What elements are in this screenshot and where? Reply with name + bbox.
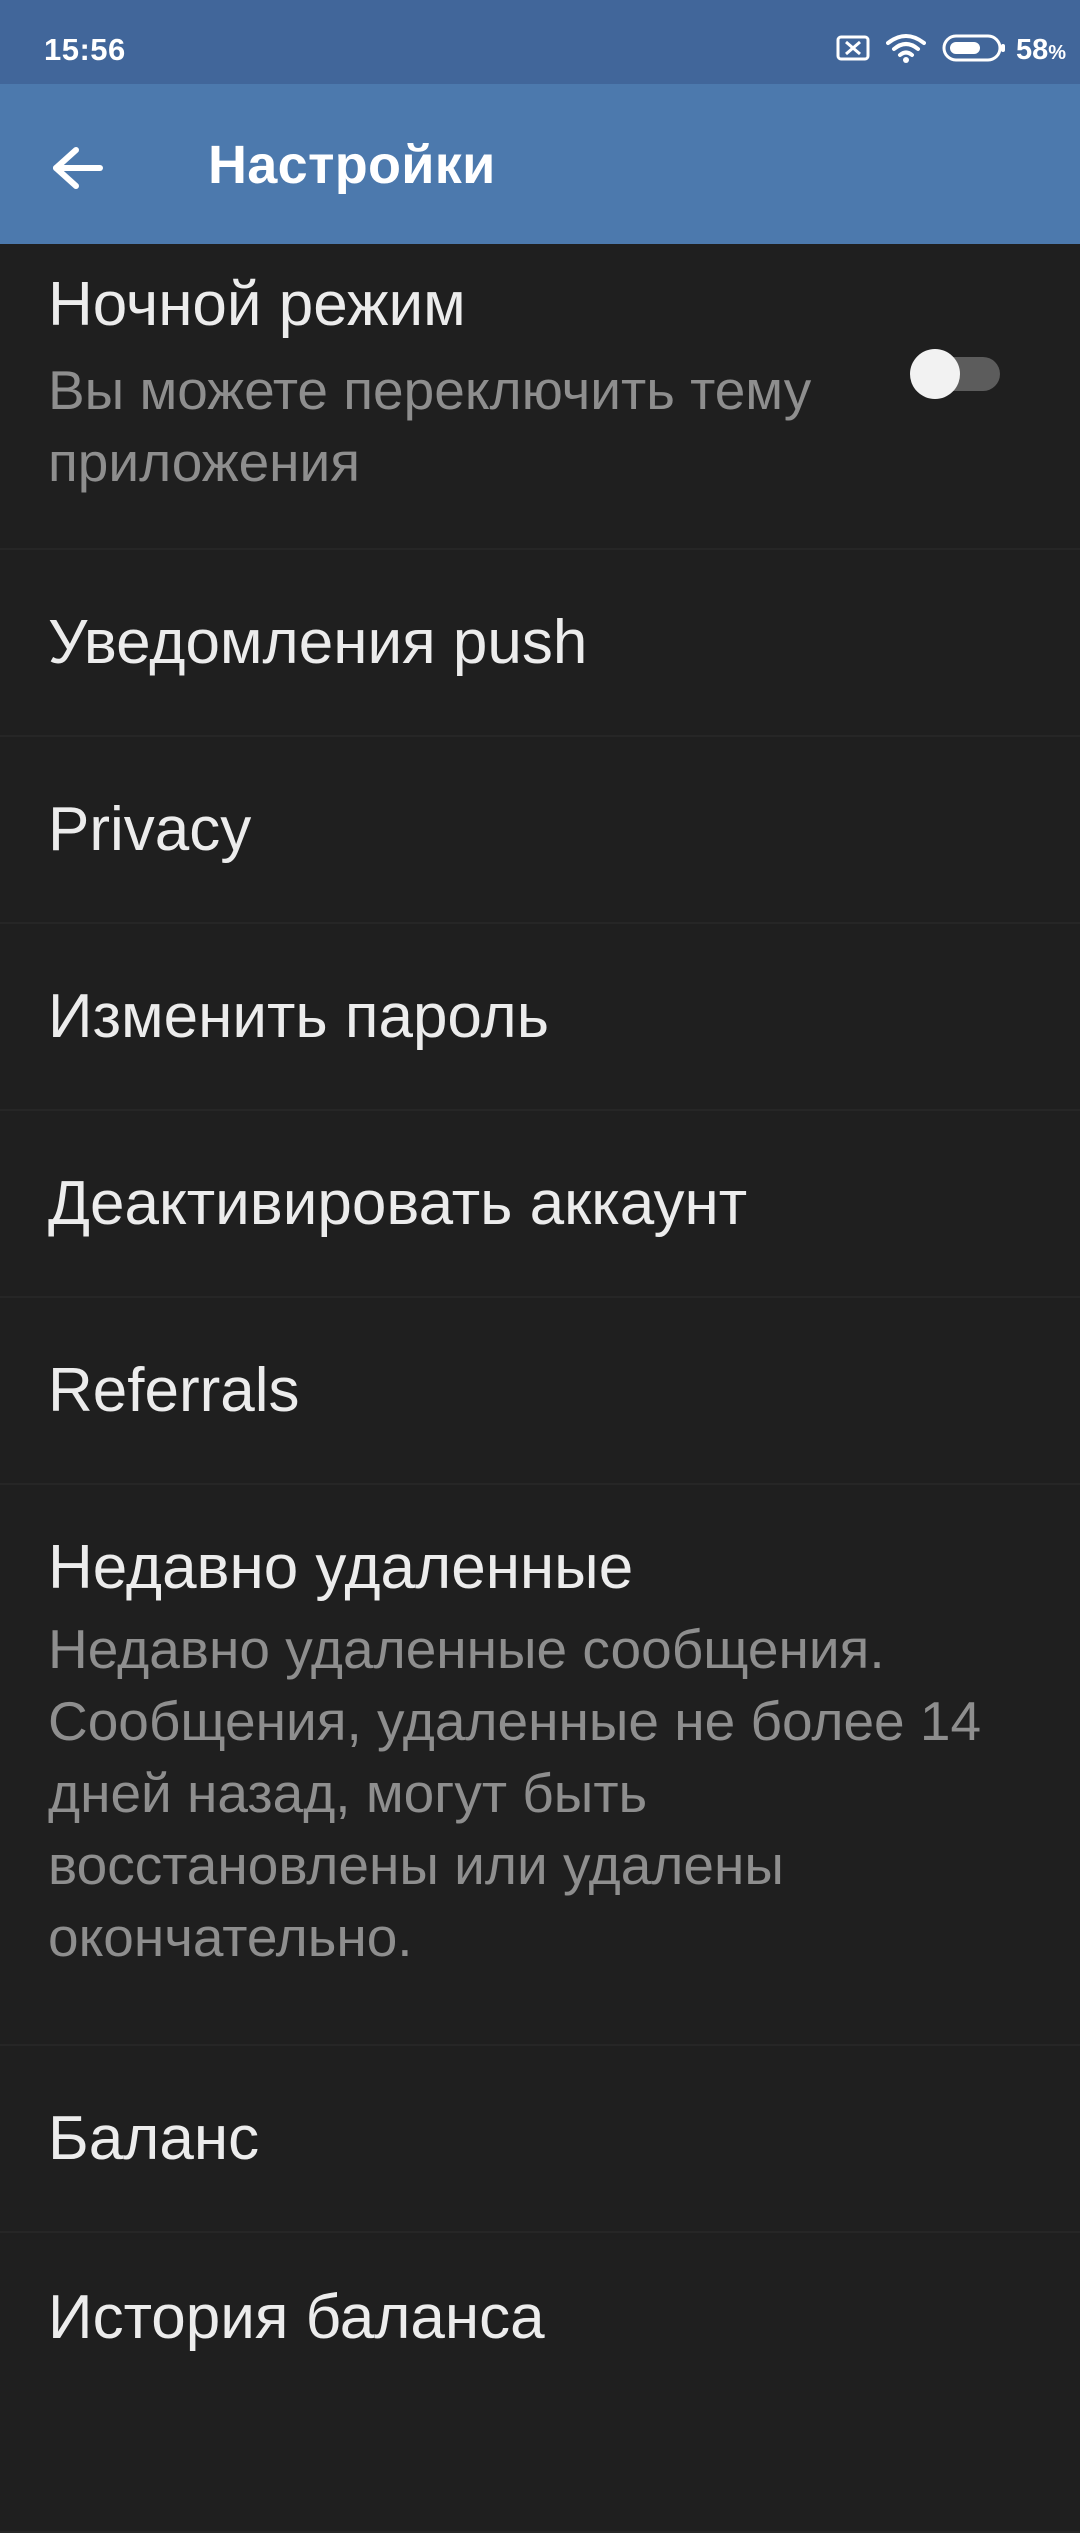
referrals-title: Referrals [48, 1355, 300, 1425]
settings-item-night-mode[interactable]: Ночной режим Вы можете переключить тему … [0, 244, 1080, 550]
arrow-back-icon [53, 147, 103, 189]
app-bar: Настройки [0, 84, 1080, 244]
settings-item-balance[interactable]: Баланс [0, 2046, 1080, 2233]
balance-history-title: История баланса [48, 2283, 545, 2352]
balance-title: Баланс [48, 2103, 260, 2173]
toggle-knob [910, 349, 960, 399]
change-password-title: Изменить пароль [48, 981, 550, 1051]
status-icons: 58% [820, 30, 1066, 70]
night-mode-subtitle: Вы можете переключить тему приложения [48, 359, 812, 493]
recently-deleted-title: Недавно удаленные [48, 1533, 634, 1602]
sim-disabled-icon [836, 35, 870, 66]
privacy-title: Privacy [48, 794, 252, 864]
page-title: Настройки [208, 135, 496, 195]
night-mode-title: Ночной режим [48, 270, 466, 339]
battery-icon [942, 33, 1006, 68]
settings-item-privacy[interactable]: Privacy [0, 737, 1080, 924]
recently-deleted-subtitle: Недавно удаленные сообщения. Сообщения, … [48, 1618, 982, 1968]
back-button[interactable] [40, 130, 116, 206]
push-notifications-title: Уведомления push [48, 607, 588, 677]
status-time: 15:56 [44, 32, 126, 67]
settings-item-balance-history[interactable]: История баланса [0, 2233, 1080, 2533]
settings-item-change-password[interactable]: Изменить пароль [0, 924, 1080, 1111]
battery-percentage-value: 58 [1015, 33, 1049, 66]
settings-item-deactivate-account[interactable]: Деактивировать аккаунт [0, 1111, 1080, 1298]
status-bar: 15:56 58% [0, 0, 1080, 84]
settings-item-push-notifications[interactable]: Уведомления push [0, 550, 1080, 737]
settings-list: Ночной режим Вы можете переключить тему … [0, 244, 1080, 2533]
settings-item-referrals[interactable]: Referrals [0, 1298, 1080, 1485]
battery-percentage: 58% [1016, 34, 1066, 67]
wifi-icon [885, 33, 926, 68]
deactivate-account-title: Деактивировать аккаунт [48, 1168, 748, 1238]
night-mode-toggle[interactable] [910, 349, 1002, 399]
battery-percentage-sign: % [1048, 41, 1066, 64]
settings-item-recently-deleted[interactable]: Недавно удаленные Недавно удаленные сооб… [0, 1485, 1080, 2046]
